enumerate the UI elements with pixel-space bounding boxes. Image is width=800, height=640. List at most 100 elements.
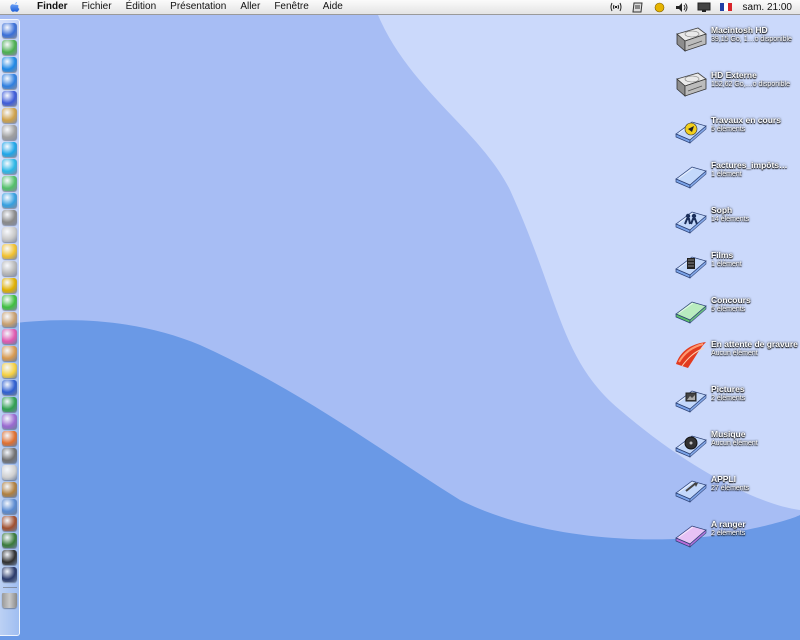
dock-app-icon[interactable] <box>2 380 17 395</box>
desktop-item-info: 2 éléments <box>711 530 746 537</box>
script-icon[interactable] <box>631 2 645 13</box>
dock-app-icon[interactable] <box>2 40 17 55</box>
menu-bar: Finder Fichier Édition Présentation Alle… <box>0 0 800 15</box>
dock-app-icon[interactable] <box>2 499 17 514</box>
dock-app-icon[interactable] <box>2 74 17 89</box>
apple-menu-icon[interactable] <box>9 1 21 13</box>
desktop-item-info: 152,62 Go,…o disponible <box>711 81 790 88</box>
desktop-item-name: Concours <box>711 295 751 305</box>
burn-folder-icon[interactable] <box>674 338 708 370</box>
desktop-item-label: En attente de gravure Aucun élément <box>711 340 799 358</box>
folder-purple-icon[interactable] <box>674 518 708 550</box>
desktop-item[interactable]: APPLI 27 éléments <box>674 471 800 507</box>
desktop-item[interactable]: En attente de gravure Aucun élément <box>674 336 800 372</box>
menu-finder[interactable]: Finder <box>30 0 75 14</box>
desktop-item-label: HD Externe 152,62 Go,…o disponible <box>711 71 799 89</box>
dock-separator <box>2 587 17 588</box>
menu-fichier[interactable]: Fichier <box>75 0 119 14</box>
desktop-item-label: Soph 14 éléments <box>711 206 799 224</box>
desktop-item-name: APPLI <box>711 474 737 484</box>
desktop-item-info: Aucun élément <box>711 440 758 447</box>
desktop-item[interactable]: Musique Aucun élément <box>674 426 800 462</box>
desktop-item[interactable]: Travaux en cours 5 éléments <box>674 112 800 148</box>
desktop-item-info: 27 éléments <box>711 485 750 492</box>
desktop-item-label: Travaux en cours 5 éléments <box>711 116 799 134</box>
desktop-item-label: Musique Aucun élément <box>711 430 799 448</box>
desktop-item-label: Pictures 2 éléments <box>711 385 799 403</box>
dock-app-icon[interactable] <box>2 414 17 429</box>
desktop-item-name: HD Externe <box>711 70 757 80</box>
dock-app-icon[interactable] <box>2 193 17 208</box>
menu-edition[interactable]: Édition <box>119 0 164 14</box>
menu-aller[interactable]: Aller <box>233 0 267 14</box>
dock-app-icon[interactable] <box>2 227 17 242</box>
desktop-item[interactable]: Macintosh HD 39,15 Go, 1…o disponible <box>674 22 800 58</box>
dock-app-icon[interactable] <box>2 23 17 38</box>
dock-app-icon[interactable] <box>2 397 17 412</box>
sun-icon[interactable] <box>653 2 667 13</box>
desktop-item-label: Macintosh HD 39,15 Go, 1…o disponible <box>711 26 799 44</box>
folder-people-icon[interactable] <box>674 204 708 236</box>
folder-music-icon[interactable] <box>674 428 708 460</box>
dock-app-icon[interactable] <box>2 295 17 310</box>
dock-app-icon[interactable] <box>2 533 17 548</box>
desktop-item[interactable]: Pictures 2 éléments <box>674 381 800 417</box>
menu-presentation[interactable]: Présentation <box>163 0 233 14</box>
dock-app-icon[interactable] <box>2 159 17 174</box>
dock-app-icon[interactable] <box>2 346 17 361</box>
display-icon[interactable] <box>697 2 711 13</box>
airport-icon[interactable] <box>609 2 623 13</box>
dock-app-icon[interactable] <box>2 91 17 106</box>
dock-app-icon[interactable] <box>2 550 17 565</box>
dock-app-icon[interactable] <box>2 329 17 344</box>
folder-green-icon[interactable] <box>674 294 708 326</box>
desktop-item-info: 2 éléments <box>711 395 746 402</box>
folder-icon[interactable] <box>674 159 708 191</box>
desktop-item[interactable]: A ranger 2 éléments <box>674 516 800 552</box>
desktop-item-name: Pictures <box>711 384 745 394</box>
dock-app-icon[interactable] <box>2 108 17 123</box>
desktop-item[interactable]: Concours 5 éléments <box>674 292 800 328</box>
trash-icon[interactable] <box>2 593 17 608</box>
dock-app-icon[interactable] <box>2 482 17 497</box>
desktop-item[interactable]: Soph 14 éléments <box>674 202 800 238</box>
hard-drive-icon[interactable] <box>674 69 708 101</box>
dock-app-icon[interactable] <box>2 210 17 225</box>
volume-icon[interactable] <box>675 2 689 13</box>
dock-app-icon[interactable] <box>2 312 17 327</box>
menu-clock[interactable]: sam. 21:00 <box>737 2 800 13</box>
dock-app-icon[interactable] <box>2 567 17 582</box>
desktop-item-name: Soph <box>711 205 733 215</box>
desktop-item[interactable]: HD Externe 152,62 Go,…o disponible <box>674 67 800 103</box>
dock-app-icon[interactable] <box>2 142 17 157</box>
desktop-item-name: En attente de gravure <box>711 339 798 349</box>
dock-app-icon[interactable] <box>2 448 17 463</box>
dock-app-icon[interactable] <box>2 125 17 140</box>
desktop-item-info: 1 élément <box>711 261 742 268</box>
folder-pictures-icon[interactable] <box>674 383 708 415</box>
menu-fenetre[interactable]: Fenêtre <box>267 0 315 14</box>
desktop-item[interactable]: Films 1 élément <box>674 247 800 283</box>
desktop-item[interactable]: Factures_impôts… 1 élément <box>674 157 800 193</box>
dock-app-icon[interactable] <box>2 244 17 259</box>
desktop-item-label: APPLI 27 éléments <box>711 475 799 493</box>
desktop-item-name: A ranger <box>711 519 746 529</box>
dock-app-icon[interactable] <box>2 363 17 378</box>
folder-film-icon[interactable] <box>674 249 708 281</box>
dock-app-icon[interactable] <box>2 516 17 531</box>
french-flag-icon[interactable] <box>719 2 733 13</box>
desktop-item-label: Factures_impôts… 1 élément <box>711 161 799 179</box>
dock-app-icon[interactable] <box>2 431 17 446</box>
dock-app-icon[interactable] <box>2 261 17 276</box>
dock-app-icon[interactable] <box>2 57 17 72</box>
dock-app-icon[interactable] <box>2 176 17 191</box>
folder-yellow-arrow-icon[interactable] <box>674 114 708 146</box>
desktop-item-label: A ranger 2 éléments <box>711 520 799 538</box>
desktop-item-label: Films 1 élément <box>711 251 799 269</box>
desktop-item-info: Aucun élément <box>711 350 758 357</box>
menu-aide[interactable]: Aide <box>316 0 350 14</box>
folder-apps-icon[interactable] <box>674 473 708 505</box>
hard-drive-icon[interactable] <box>674 24 708 56</box>
dock-app-icon[interactable] <box>2 278 17 293</box>
dock-app-icon[interactable] <box>2 465 17 480</box>
